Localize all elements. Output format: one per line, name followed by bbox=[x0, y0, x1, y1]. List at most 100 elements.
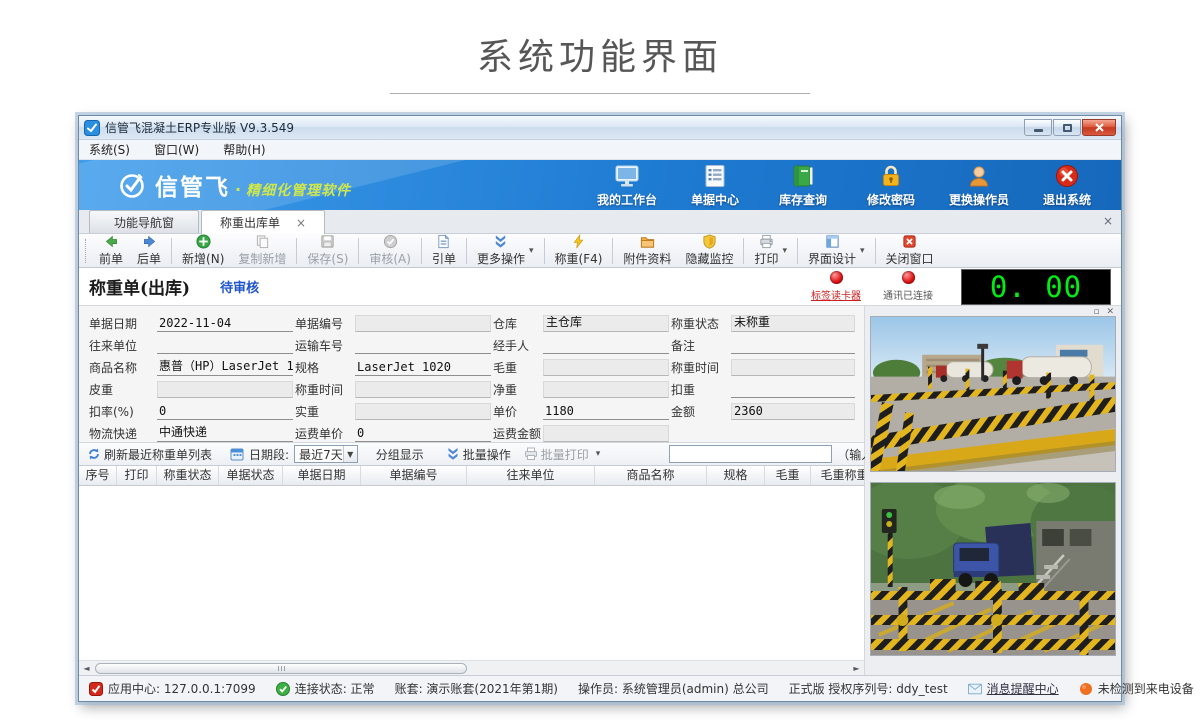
dropdown-arrow-icon[interactable]: ▾ bbox=[529, 246, 534, 256]
toolbar-button-hide-monitor[interactable]: 隐藏监控 bbox=[678, 233, 740, 268]
refresh-list-button[interactable]: 刷新最近称重单列表 bbox=[83, 445, 216, 464]
quick-action-inventory[interactable]: 库存查询 bbox=[763, 163, 843, 208]
field-logistics[interactable]: 中通快递 bbox=[157, 425, 293, 442]
quick-action-document-center[interactable]: 单据中心 bbox=[675, 163, 755, 208]
shield-icon bbox=[702, 234, 717, 249]
scroll-right-icon[interactable]: ► bbox=[849, 662, 864, 675]
field-label: 运费金额 bbox=[493, 425, 541, 442]
field-discount-rate[interactable]: 0 bbox=[157, 403, 293, 420]
recent-bills-table-header: 序号 打印 称重状态 单据状态 单据日期 单据编号 往来单位 商品名称 规格 毛… bbox=[79, 466, 864, 486]
menu-window[interactable]: 窗口(W) bbox=[154, 141, 199, 158]
toolbar-button-print[interactable]: 打印 ▾ bbox=[747, 233, 794, 268]
close-button[interactable] bbox=[1082, 119, 1116, 136]
left-pane: 单据日期 2022-11-04 单据编号 仓库 主仓库 称重状态 未称重 往来单… bbox=[79, 306, 865, 675]
field-label: 称重时间 bbox=[671, 359, 729, 376]
monitor-icon bbox=[614, 163, 640, 189]
quick-action-workbench[interactable]: 我的工作台 bbox=[587, 163, 667, 208]
batch-operate-button[interactable]: 批量操作 bbox=[442, 445, 515, 464]
toolbar-button-attachments[interactable]: 附件资料 bbox=[616, 233, 678, 268]
column-header[interactable]: 商品名称 bbox=[595, 466, 707, 485]
menu-system[interactable]: 系统(S) bbox=[89, 141, 130, 158]
menu-help[interactable]: 帮助(H) bbox=[223, 141, 265, 158]
dropdown-arrow-icon[interactable]: ▾ bbox=[782, 246, 787, 256]
field-handler[interactable] bbox=[543, 337, 669, 354]
folder-icon bbox=[640, 234, 655, 249]
status-caller-device: 未检测到来电设备 bbox=[1069, 680, 1200, 697]
horizontal-scrollbar[interactable]: ◄ ► bbox=[79, 660, 864, 675]
toolbar-button-ui-design[interactable]: 界面设计 ▾ bbox=[801, 233, 872, 268]
toolbar-button-copy-new[interactable]: 复制新增 bbox=[231, 233, 293, 268]
column-header[interactable]: 往来单位 bbox=[467, 466, 595, 485]
field-remark[interactable] bbox=[731, 337, 855, 354]
dropdown-arrow-icon[interactable]: ▾ bbox=[860, 246, 865, 256]
field-label: 净重 bbox=[493, 381, 541, 398]
toolbar-separator bbox=[296, 238, 297, 264]
quick-action-change-password[interactable]: 修改密码 bbox=[851, 163, 931, 208]
group-display-button[interactable]: 分组显示 bbox=[372, 445, 428, 464]
field-label: 称重状态 bbox=[671, 315, 729, 332]
save-icon bbox=[320, 234, 335, 249]
field-truck-no[interactable] bbox=[355, 337, 491, 354]
column-header[interactable]: 打印 bbox=[117, 466, 157, 485]
field-freight-amount bbox=[543, 425, 669, 442]
column-header[interactable]: 单据编号 bbox=[361, 466, 467, 485]
scroll-left-icon[interactable]: ◄ bbox=[79, 662, 94, 675]
column-header[interactable]: 序号 bbox=[79, 466, 117, 485]
scrollbar-thumb[interactable] bbox=[95, 663, 467, 674]
field-freight-price[interactable]: 0 bbox=[355, 425, 491, 442]
main-toolbar: 前单 后单 新增(N) 复制新增 保存(S) bbox=[79, 234, 1121, 268]
tab-nav-window[interactable]: 功能导航窗 bbox=[89, 210, 199, 233]
status-account: 账套: 演示账套(2021年第1期) bbox=[385, 680, 568, 697]
toolbar-button-new[interactable]: 新增(N) bbox=[175, 233, 231, 268]
weighbridge-photo-1 bbox=[870, 316, 1116, 472]
field-bill-date[interactable]: 2022-11-04 bbox=[157, 315, 293, 332]
minimize-button[interactable] bbox=[1024, 119, 1052, 136]
card-reader-link[interactable]: 标签读卡器 bbox=[811, 287, 861, 302]
chevron-down-icon[interactable]: ▼ bbox=[343, 446, 357, 462]
column-header[interactable]: 称重状态 bbox=[157, 466, 219, 485]
page: 系统功能界面 信管飞混凝土ERP专业版 V9.3.549 系统(S) 窗口(W)… bbox=[0, 0, 1200, 720]
toolbar-separator bbox=[171, 238, 172, 264]
document-title: 称重单(出库) bbox=[89, 274, 190, 299]
content-area: 单据日期 2022-11-04 单据编号 仓库 主仓库 称重状态 未称重 往来单… bbox=[79, 306, 1121, 675]
plus-circle-icon bbox=[196, 234, 211, 249]
app-center-icon bbox=[89, 682, 103, 696]
column-header[interactable]: 毛重 bbox=[765, 466, 811, 485]
field-warehouse: 主仓库 bbox=[543, 315, 669, 332]
field-label: 金额 bbox=[671, 403, 729, 420]
toolbar-grip bbox=[85, 239, 88, 263]
maximize-button[interactable] bbox=[1053, 119, 1081, 136]
batch-print-button[interactable]: 批量打印 ▾ bbox=[520, 445, 605, 464]
document-header: 称重单(出库) 待审核 标签读卡器 通讯已连接 0. 00 bbox=[79, 268, 1121, 306]
toolbar-button-next[interactable]: 后单 bbox=[130, 233, 168, 268]
field-deduct-weight[interactable] bbox=[731, 381, 855, 398]
field-product-name[interactable]: 惠普（HP）LaserJet 1020 bbox=[157, 359, 293, 376]
toolbar-button-more-actions[interactable]: 更多操作 ▾ bbox=[470, 233, 541, 268]
toolbar-button-close-window[interactable]: 关闭窗口 bbox=[879, 233, 941, 268]
column-header[interactable]: 单据状态 bbox=[219, 466, 283, 485]
date-range-select[interactable]: 最近7天 ▼ bbox=[294, 445, 358, 463]
quick-action-exit[interactable]: 退出系统 bbox=[1027, 163, 1107, 208]
toolbar-button-audit[interactable]: 审核(A) bbox=[362, 233, 418, 268]
field-customer[interactable] bbox=[157, 337, 293, 354]
quick-action-switch-operator[interactable]: 更换操作员 bbox=[939, 163, 1019, 208]
field-unit-price[interactable]: 1180 bbox=[543, 403, 669, 420]
app-logo-icon bbox=[84, 120, 100, 136]
tab-weigh-outbound[interactable]: 称重出库单 × bbox=[201, 210, 325, 234]
tabstrip-close-icon[interactable]: × bbox=[1103, 214, 1113, 228]
search-input[interactable] bbox=[669, 445, 832, 463]
recent-bills-table-body[interactable] bbox=[79, 486, 864, 660]
toolbar-button-save[interactable]: 保存(S) bbox=[300, 233, 355, 268]
status-message-center[interactable]: 消息提醒中心 bbox=[958, 680, 1069, 697]
column-header[interactable]: 毛重称重时间 bbox=[811, 466, 864, 485]
toolbar-button-weigh[interactable]: 称重(F4) bbox=[548, 233, 610, 268]
indicator-card-reader: 标签读卡器 bbox=[807, 271, 865, 302]
column-header[interactable]: 规格 bbox=[707, 466, 765, 485]
panel-close-icon[interactable]: ▫ ✕ bbox=[1093, 307, 1116, 317]
toolbar-button-prev[interactable]: 前单 bbox=[92, 233, 130, 268]
field-net-weight bbox=[543, 381, 669, 398]
column-header[interactable]: 单据日期 bbox=[283, 466, 361, 485]
tab-close-icon[interactable]: × bbox=[296, 216, 306, 230]
toolbar-button-reference[interactable]: 引单 bbox=[425, 233, 463, 268]
field-spec[interactable]: LaserJet 1020 bbox=[355, 359, 491, 376]
